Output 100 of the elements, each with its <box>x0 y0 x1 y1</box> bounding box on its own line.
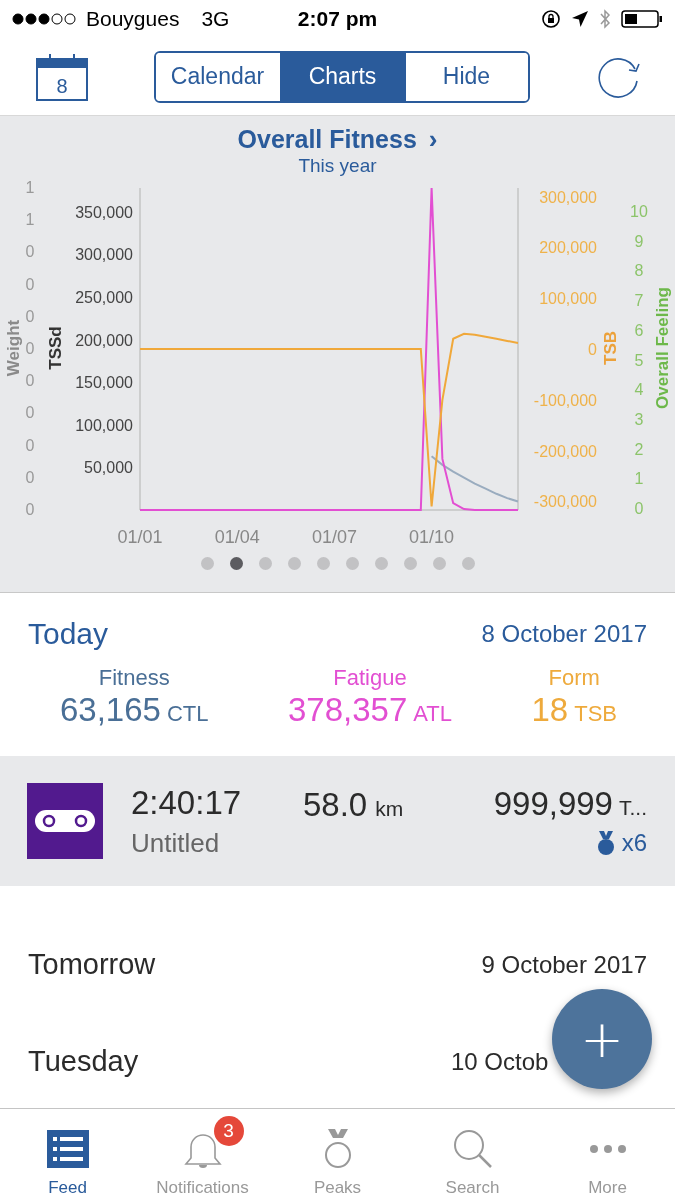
tssd-tick: 300,000 <box>75 246 133 264</box>
tssd-tick: 100,000 <box>75 416 133 434</box>
page-dot[interactable] <box>316 557 330 570</box>
search-icon <box>451 1128 494 1170</box>
weight-tick: 0 <box>25 243 35 261</box>
activity-score: 999,999 <box>493 785 613 823</box>
add-button[interactable]: + <box>552 989 652 1089</box>
list-icon <box>46 1130 89 1168</box>
metric-value: 378,357 <box>288 691 408 729</box>
day-date: 9 October 2017 <box>481 950 647 979</box>
weight-tick: 0 <box>25 436 35 454</box>
carrier: Bouygues <box>86 7 180 31</box>
page-dot[interactable] <box>258 557 272 570</box>
weight-axis-title: Weight <box>4 319 23 377</box>
tsb-axis-title: TSB <box>601 331 620 365</box>
battery-icon <box>621 10 663 28</box>
activity-title: Untitled <box>131 827 221 859</box>
medal-icon <box>322 1128 353 1170</box>
tsb-tick: -200,000 <box>533 442 597 460</box>
tsb-tick: 300,000 <box>539 188 597 206</box>
tab-label: Search <box>445 1178 500 1198</box>
signal-icon <box>12 13 78 25</box>
tsb-tick: 100,000 <box>539 290 597 308</box>
tab-bar-item[interactable]: Peaks <box>272 1114 403 1198</box>
weight-tick: 0 <box>25 404 35 422</box>
day-heading: Today <box>28 617 109 651</box>
segment-tab[interactable]: Charts <box>279 52 404 101</box>
more-icon <box>588 1144 627 1154</box>
tssd-tick: 150,000 <box>75 374 133 392</box>
tssd-tick: 200,000 <box>75 331 133 349</box>
page-dot[interactable] <box>461 557 475 570</box>
weight-tick: 0 <box>25 372 35 390</box>
metric-unit: CTL <box>166 701 209 727</box>
tab-bar-item[interactable]: More <box>542 1114 673 1198</box>
page-dot[interactable] <box>403 557 417 570</box>
rotation-lock-icon <box>541 9 561 29</box>
tab-bar-item[interactable]: Search <box>407 1114 538 1198</box>
metric-label: Fitness <box>98 665 170 691</box>
feeling-tick: 9 <box>634 232 644 250</box>
tssd-tick: 350,000 <box>75 203 133 221</box>
page-dot[interactable] <box>432 557 446 570</box>
page-dot[interactable] <box>345 557 359 570</box>
tssd-tick: 50,000 <box>84 459 133 477</box>
chart-title[interactable]: Overall Fitness <box>237 125 417 154</box>
feeling-tick: 3 <box>634 410 644 428</box>
tab-label: Feed <box>48 1178 87 1198</box>
metric-label: Fatigue <box>333 665 407 691</box>
tsb-tick: 200,000 <box>539 239 597 257</box>
medal-icon <box>595 830 616 856</box>
activity-row[interactable]: 2:40:17 Untitled 58.0 km 999,999 T... x6 <box>0 756 675 886</box>
tsb-tick: -300,000 <box>533 493 597 511</box>
chevron-icon[interactable]: › <box>428 124 438 155</box>
metric-value: 63,165 <box>60 691 161 729</box>
weight-tick: 1 <box>25 211 35 229</box>
feeling-axis-title: Overall Feeling <box>653 287 672 409</box>
day-date: 8 October 2017 <box>481 620 647 648</box>
feeling-tick: 8 <box>634 262 644 280</box>
page-dot[interactable] <box>287 557 301 570</box>
metric-unit: ATL <box>413 701 452 727</box>
activity-distance: 58.0 <box>303 786 368 824</box>
clock: 2:07 pm <box>297 7 378 31</box>
feeling-tick: 1 <box>634 470 644 488</box>
feeling-tick: 2 <box>634 440 644 458</box>
tab-label: Peaks <box>313 1178 362 1198</box>
metric-label: Form <box>548 665 600 691</box>
feeling-tick: 6 <box>634 321 644 339</box>
date-tick: 01/10 <box>409 527 455 547</box>
chart-subtitle: This year <box>298 155 377 177</box>
page-dot[interactable] <box>229 557 243 570</box>
score-unit: T... <box>619 796 647 820</box>
page-dot[interactable] <box>374 557 388 570</box>
date-tick: 01/07 <box>311 527 357 547</box>
tssd-tick: 250,000 <box>75 289 133 307</box>
notification-badge: 3 <box>213 1116 244 1146</box>
weight-tick: 0 <box>25 468 35 486</box>
feeling-tick: 4 <box>634 381 644 399</box>
tab-bar-item[interactable]: 3 Notifications <box>137 1114 268 1198</box>
tsb-tick: -100,000 <box>533 391 597 409</box>
page-dot[interactable] <box>200 557 214 570</box>
tab-label: More <box>588 1178 627 1198</box>
weight-tick: 0 <box>25 501 35 518</box>
weight-tick: 0 <box>25 340 35 357</box>
weight-tick: 0 <box>25 307 35 325</box>
network-type: 3G <box>201 7 230 31</box>
feeling-tick: 5 <box>634 351 644 369</box>
weight-tick: 1 <box>25 179 35 196</box>
tssd-axis-title: TSSd <box>46 326 65 370</box>
date-tick: 01/04 <box>214 527 260 547</box>
day-heading: Tomorrow <box>28 948 156 981</box>
feeling-tick: 10 <box>630 203 648 220</box>
bluetooth-icon <box>599 8 611 30</box>
day-heading: Tuesday <box>28 1045 139 1078</box>
tab-label: Notifications <box>156 1178 249 1198</box>
metric-unit: TSB <box>574 701 617 727</box>
weight-tick: 0 <box>25 275 35 293</box>
feeling-tick: 7 <box>634 292 644 310</box>
tab-bar-item[interactable]: Feed <box>2 1114 133 1198</box>
feeling-tick: 0 <box>634 500 644 517</box>
metric-value: 18 <box>531 691 569 729</box>
segment-tab[interactable]: Hide <box>403 52 528 101</box>
